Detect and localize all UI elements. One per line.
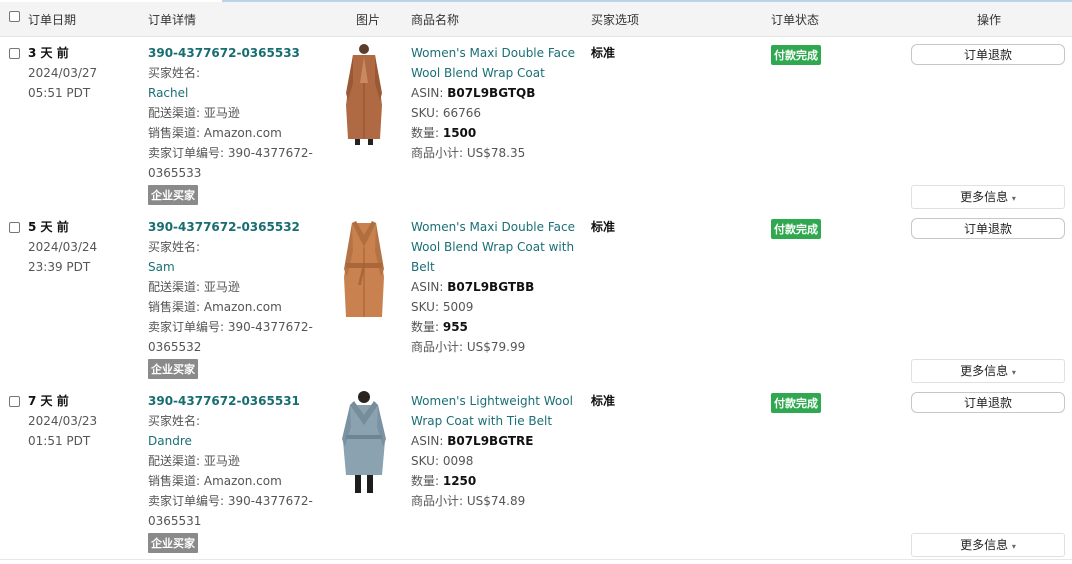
seller-order-number: 卖家订单编号: 390-4377672- bbox=[148, 494, 313, 508]
buyer-option: 标准 bbox=[591, 220, 616, 234]
coat-camel-icon[interactable] bbox=[338, 217, 390, 321]
order-age: 3 天 前 bbox=[28, 46, 69, 60]
table-row: 5 天 前 2024/03/24 23:39 PDT 390-4377672-0… bbox=[0, 211, 1072, 386]
row-checkbox[interactable] bbox=[9, 48, 20, 59]
chevron-down-icon: ▾ bbox=[1011, 368, 1016, 377]
delivery-channel: 配送渠道: 亚马逊 bbox=[148, 280, 240, 294]
product-asin: ASIN: B07L9BGTBB bbox=[411, 280, 535, 294]
select-all-checkbox[interactable] bbox=[9, 11, 20, 22]
product-name-link[interactable]: Women's Lightweight Wool Wrap Coat with … bbox=[411, 391, 583, 431]
seller-order-number: 卖家订单编号: 390-4377672- bbox=[148, 320, 313, 334]
order-age: 5 天 前 bbox=[28, 220, 69, 234]
product-name-link[interactable]: Women's Maxi Double Face Wool Blend Wrap… bbox=[411, 217, 583, 277]
product-quantity: 数量: 1250 bbox=[411, 474, 477, 488]
buyer-name-label: 买家姓名: bbox=[148, 66, 201, 80]
chevron-down-icon: ▾ bbox=[1011, 542, 1016, 551]
refund-button[interactable]: 订单退款 bbox=[911, 392, 1065, 413]
buyer-name-link[interactable]: Dandre bbox=[148, 431, 192, 451]
buyer-option: 标准 bbox=[591, 46, 616, 60]
order-date: 2024/03/24 bbox=[28, 240, 98, 254]
product-quantity: 数量: 955 bbox=[411, 320, 468, 334]
sales-channel: 销售渠道: Amazon.com bbox=[148, 300, 282, 314]
status-badge: 付款完成 bbox=[771, 219, 821, 239]
header-buyer-option: 买家选项 bbox=[591, 13, 640, 27]
table-header: 订单日期 订单详情 图片 商品名称 买家选项 订单状态 操作 bbox=[0, 2, 1072, 37]
product-subtotal: 商品小计: US$74.89 bbox=[411, 494, 526, 508]
refund-button[interactable]: 订单退款 bbox=[911, 218, 1065, 239]
row-checkbox[interactable] bbox=[9, 396, 20, 407]
sales-channel: 销售渠道: Amazon.com bbox=[148, 126, 282, 140]
product-asin: ASIN: B07L9BGTRE bbox=[411, 434, 534, 448]
order-id-link[interactable]: 390-4377672-0365531 bbox=[148, 391, 300, 411]
product-sku: SKU: 0098 bbox=[411, 454, 474, 468]
buyer-name-label: 买家姓名: bbox=[148, 240, 201, 254]
product-quantity: 数量: 1500 bbox=[411, 126, 477, 140]
more-info-button[interactable]: 更多信息 ▾ bbox=[911, 359, 1065, 383]
seller-order-number-suffix: 0365533 bbox=[148, 166, 202, 180]
header-order-status: 订单状态 bbox=[771, 13, 820, 27]
seller-order-number: 卖家订单编号: 390-4377672- bbox=[148, 146, 313, 160]
row-checkbox[interactable] bbox=[9, 222, 20, 233]
order-id-link[interactable]: 390-4377672-0365532 bbox=[148, 217, 300, 237]
header-action: 操作 bbox=[977, 13, 1002, 27]
table-row: 3 天 前 2024/03/27 05:51 PDT 390-4377672-0… bbox=[0, 37, 1072, 212]
order-time: 01:51 PDT bbox=[28, 434, 91, 448]
order-date: 2024/03/27 bbox=[28, 66, 98, 80]
header-order-details: 订单详情 bbox=[148, 13, 197, 27]
buyer-name-label: 买家姓名: bbox=[148, 414, 201, 428]
refund-button[interactable]: 订单退款 bbox=[911, 44, 1065, 65]
seller-order-number-suffix: 0365532 bbox=[148, 340, 202, 354]
order-age: 7 天 前 bbox=[28, 394, 69, 408]
header-product-name: 商品名称 bbox=[411, 13, 460, 27]
buyer-name-link[interactable]: Sam bbox=[148, 257, 175, 277]
sales-channel: 销售渠道: Amazon.com bbox=[148, 474, 282, 488]
delivery-channel: 配送渠道: 亚马逊 bbox=[148, 454, 240, 468]
business-buyer-badge: 企业买家 bbox=[148, 359, 198, 379]
more-info-button[interactable]: 更多信息 ▾ bbox=[911, 185, 1065, 209]
buyer-option: 标准 bbox=[591, 394, 616, 408]
delivery-channel: 配送渠道: 亚马逊 bbox=[148, 106, 240, 120]
order-date: 2024/03/23 bbox=[28, 414, 98, 428]
status-badge: 付款完成 bbox=[771, 393, 821, 413]
product-sku: SKU: 66766 bbox=[411, 106, 481, 120]
table-row: 7 天 前 2024/03/23 01:51 PDT 390-4377672-0… bbox=[0, 385, 1072, 560]
order-id-link[interactable]: 390-4377672-0365533 bbox=[148, 43, 300, 63]
product-sku: SKU: 5009 bbox=[411, 300, 474, 314]
business-buyer-badge: 企业买家 bbox=[148, 533, 198, 553]
product-asin: ASIN: B07L9BGTQB bbox=[411, 86, 536, 100]
coat-grey-icon[interactable] bbox=[338, 391, 390, 495]
status-badge: 付款完成 bbox=[771, 45, 821, 65]
business-buyer-badge: 企业买家 bbox=[148, 185, 198, 205]
buyer-name-link[interactable]: Rachel bbox=[148, 83, 188, 103]
coat-tan-icon[interactable] bbox=[338, 43, 390, 147]
chevron-down-icon: ▾ bbox=[1011, 194, 1016, 203]
product-subtotal: 商品小计: US$78.35 bbox=[411, 146, 526, 160]
order-time: 05:51 PDT bbox=[28, 86, 91, 100]
seller-order-number-suffix: 0365531 bbox=[148, 514, 202, 528]
header-image: 图片 bbox=[356, 13, 381, 27]
more-info-button[interactable]: 更多信息 ▾ bbox=[911, 533, 1065, 557]
order-time: 23:39 PDT bbox=[28, 260, 91, 274]
product-subtotal: 商品小计: US$79.99 bbox=[411, 340, 526, 354]
product-name-link[interactable]: Women's Maxi Double Face Wool Blend Wrap… bbox=[411, 43, 583, 83]
header-order-date: 订单日期 bbox=[28, 13, 77, 27]
